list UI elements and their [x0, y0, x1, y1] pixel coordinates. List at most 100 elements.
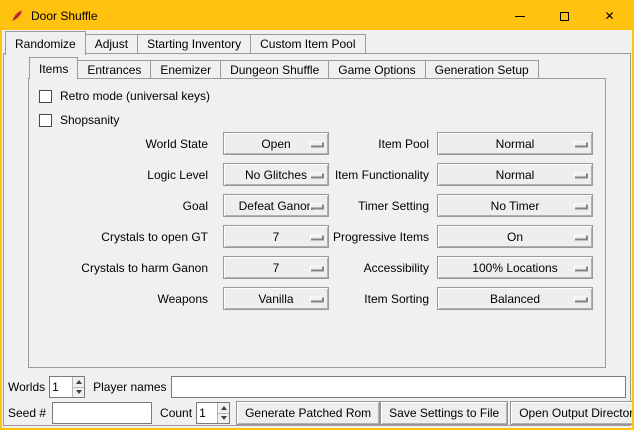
- goal-dropdown[interactable]: Defeat Ganon: [223, 194, 329, 217]
- arrow-down-icon: [221, 416, 227, 420]
- logic-level-label: Logic Level: [29, 168, 216, 182]
- dropdown-value: 100% Locations: [472, 261, 557, 275]
- minimize-button[interactable]: [497, 2, 542, 30]
- accessibility-label: Accessibility: [329, 261, 437, 275]
- worlds-label: Worlds: [8, 380, 45, 394]
- retro-mode-label: Retro mode (universal keys): [60, 89, 210, 103]
- seed-input[interactable]: [52, 402, 152, 424]
- option-row: World State Open Item Pool Normal: [29, 128, 605, 159]
- shopsanity-row: Shopsanity: [39, 111, 119, 129]
- player-names-input[interactable]: [171, 376, 627, 398]
- item-sorting-dropdown[interactable]: Balanced: [437, 287, 593, 310]
- dropdown-value: 7: [273, 261, 280, 275]
- shopsanity-checkbox[interactable]: [39, 114, 52, 127]
- maximize-button[interactable]: [542, 2, 587, 30]
- dropdown-indicator-icon: [574, 234, 587, 239]
- dropdown-value: On: [507, 230, 523, 244]
- crystals-open-gt-label: Crystals to open GT: [29, 230, 216, 244]
- accessibility-dropdown[interactable]: 100% Locations: [437, 256, 593, 279]
- world-state-dropdown[interactable]: Open: [223, 132, 329, 155]
- player-names-label: Player names: [93, 380, 166, 394]
- tab-generation-setup[interactable]: Generation Setup: [425, 60, 539, 78]
- worlds-input[interactable]: [50, 377, 72, 397]
- dropdown-indicator-icon: [574, 172, 587, 177]
- shopsanity-label: Shopsanity: [60, 113, 119, 127]
- tab-enemizer[interactable]: Enemizer: [150, 60, 221, 78]
- dropdown-indicator-icon: [574, 296, 587, 301]
- count-spin-up[interactable]: [218, 403, 229, 413]
- item-functionality-label: Item Functionality: [329, 168, 437, 182]
- count-label: Count: [160, 406, 192, 420]
- world-state-label: World State: [29, 137, 216, 151]
- dropdown-value: Balanced: [490, 292, 540, 306]
- tab-dungeon-shuffle[interactable]: Dungeon Shuffle: [220, 60, 329, 78]
- close-button[interactable]: ✕: [587, 2, 632, 30]
- titlebar[interactable]: Door Shuffle ✕: [2, 2, 632, 30]
- arrow-up-icon: [76, 380, 82, 384]
- logic-level-dropdown[interactable]: No Glitches: [223, 163, 329, 186]
- retro-mode-checkbox[interactable]: [39, 90, 52, 103]
- goal-label: Goal: [29, 199, 216, 213]
- dropdown-indicator-icon: [574, 203, 587, 208]
- save-settings-button[interactable]: Save Settings to File: [380, 401, 508, 425]
- dropdown-indicator-icon: [310, 234, 323, 239]
- item-pool-dropdown[interactable]: Normal: [437, 132, 593, 155]
- tab-items[interactable]: Items: [29, 57, 78, 79]
- items-pane: Retro mode (universal keys) Shopsanity W…: [28, 78, 606, 368]
- count-spinbox[interactable]: [196, 402, 230, 424]
- timer-setting-dropdown[interactable]: No Timer: [437, 194, 593, 217]
- dropdown-value: 7: [273, 230, 280, 244]
- minimize-icon: [515, 16, 525, 17]
- dropdown-indicator-icon: [574, 141, 587, 146]
- crystals-open-gt-dropdown[interactable]: 7: [223, 225, 329, 248]
- app-window: Door Shuffle ✕ Randomize Adjust Starting…: [0, 0, 634, 430]
- worlds-spin-arrows: [72, 377, 84, 397]
- dropdown-value: Normal: [496, 137, 535, 151]
- close-icon: ✕: [604, 10, 614, 22]
- dropdown-value: No Timer: [491, 199, 540, 213]
- dropdown-indicator-icon: [310, 265, 323, 270]
- maximize-icon: [560, 12, 569, 21]
- dropdown-value: No Glitches: [245, 168, 307, 182]
- dropdown-value: Defeat Ganon: [239, 199, 314, 213]
- dropdown-indicator-icon: [310, 141, 323, 146]
- option-rows: World State Open Item Pool Normal Logic …: [29, 128, 605, 314]
- arrow-up-icon: [221, 406, 227, 410]
- option-row: Crystals to harm Ganon 7 Accessibility 1…: [29, 252, 605, 283]
- worlds-spinbox[interactable]: [49, 376, 85, 398]
- count-input[interactable]: [197, 403, 217, 423]
- dropdown-indicator-icon: [310, 296, 323, 301]
- weapons-label: Weapons: [29, 292, 216, 306]
- item-functionality-dropdown[interactable]: Normal: [437, 163, 593, 186]
- progressive-items-label: Progressive Items: [329, 230, 437, 244]
- weapons-dropdown[interactable]: Vanilla: [223, 287, 329, 310]
- tab-adjust[interactable]: Adjust: [85, 34, 138, 53]
- worlds-spin-down[interactable]: [73, 387, 84, 398]
- app-icon: [9, 8, 25, 24]
- seed-label: Seed #: [8, 406, 46, 420]
- option-row: Goal Defeat Ganon Timer Setting No Timer: [29, 190, 605, 221]
- sub-tab-bar: Items Entrances Enemizer Dungeon Shuffle…: [29, 57, 539, 79]
- item-sorting-label: Item Sorting: [329, 292, 437, 306]
- worlds-spin-up[interactable]: [73, 377, 84, 387]
- option-row: Crystals to open GT 7 Progressive Items …: [29, 221, 605, 252]
- open-output-directory-button[interactable]: Open Output Directory: [510, 401, 634, 425]
- crystals-harm-ganon-dropdown[interactable]: 7: [223, 256, 329, 279]
- tab-randomize[interactable]: Randomize: [5, 31, 86, 55]
- dropdown-value: Open: [261, 137, 290, 151]
- crystals-harm-ganon-label: Crystals to harm Ganon: [29, 261, 216, 275]
- dropdown-indicator-icon: [310, 172, 323, 177]
- progressive-items-dropdown[interactable]: On: [437, 225, 593, 248]
- retro-mode-row: Retro mode (universal keys): [39, 87, 210, 105]
- tab-custom-item-pool[interactable]: Custom Item Pool: [250, 34, 365, 53]
- option-row: Weapons Vanilla Item Sorting Balanced: [29, 283, 605, 314]
- tab-entrances[interactable]: Entrances: [77, 60, 151, 78]
- dropdown-indicator-icon: [310, 203, 323, 208]
- tab-starting-inventory[interactable]: Starting Inventory: [137, 34, 251, 53]
- window-title: Door Shuffle: [31, 9, 98, 23]
- dropdown-indicator-icon: [574, 265, 587, 270]
- generate-patched-rom-button[interactable]: Generate Patched Rom: [236, 401, 380, 425]
- dropdown-value: Normal: [496, 168, 535, 182]
- count-spin-down[interactable]: [218, 413, 229, 424]
- tab-game-options[interactable]: Game Options: [328, 60, 425, 78]
